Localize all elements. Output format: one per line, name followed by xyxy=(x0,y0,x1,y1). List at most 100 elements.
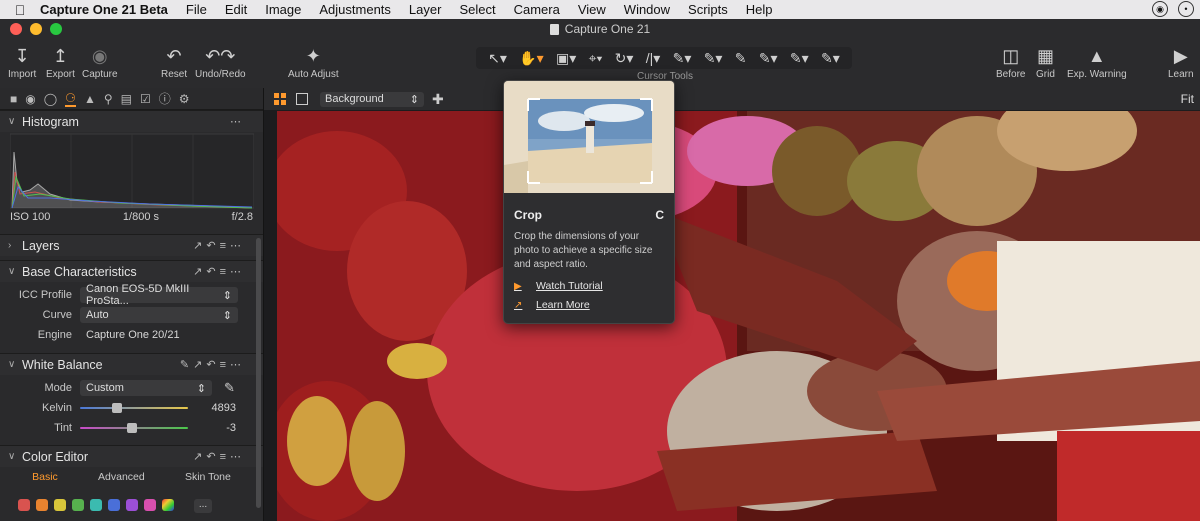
all-colors-swatch[interactable] xyxy=(162,499,174,511)
panel-scrollbar[interactable] xyxy=(256,238,261,508)
library-tab-icon[interactable]: ■ xyxy=(10,92,17,106)
exposure-warning-button[interactable]: ▲ Exp. Warning xyxy=(1067,43,1127,80)
heal-icon[interactable]: ✎▾ xyxy=(759,50,778,67)
export-button[interactable]: ↥ Export xyxy=(46,43,75,80)
icc-profile-select[interactable]: Canon EOS-5D MkIII ProSta... ⇕ xyxy=(80,283,238,307)
lens-tab-icon[interactable]: ◯ xyxy=(44,92,57,106)
language-globe-icon[interactable]: ◉ xyxy=(1152,1,1168,17)
zoom-window-button[interactable] xyxy=(50,23,62,35)
color-editor-header[interactable]: ∨ Color Editor ↗↶≡⋯ xyxy=(0,445,263,467)
eraser-icon[interactable]: ✎▾ xyxy=(704,50,723,67)
rotate-icon[interactable]: ↻▾ xyxy=(615,50,634,67)
picker-icon[interactable]: ✎▾ xyxy=(790,50,809,67)
color-swatch[interactable] xyxy=(36,499,48,511)
apple-menu-icon[interactable]:  xyxy=(0,2,40,18)
add-plus-icon[interactable]: ✚ xyxy=(432,91,444,108)
app-menu[interactable]: Capture One 21 Beta xyxy=(40,2,168,17)
menu-image[interactable]: Image xyxy=(265,2,301,17)
menu-edit[interactable]: Edit xyxy=(225,2,247,17)
gradient-icon[interactable]: ✎ xyxy=(735,50,747,67)
base-tools-icon[interactable]: ↗↶≡⋯ xyxy=(193,265,245,278)
magic-wand-icon: ✦ xyxy=(305,46,321,66)
wb-mode-select[interactable]: Custom ⇕ xyxy=(80,380,212,396)
color-swatch[interactable] xyxy=(18,499,30,511)
exposure-tab-icon[interactable]: ▲ xyxy=(84,92,96,106)
learn-more-link[interactable]: ↗ Learn More xyxy=(514,299,590,311)
color-tab-icon[interactable]: ⚆ xyxy=(65,91,76,107)
reset-button[interactable]: ↶ Reset xyxy=(161,43,187,80)
crop-tool-icon[interactable]: ⌖▾ xyxy=(589,50,603,67)
settings-tab-icon[interactable]: ⚙ xyxy=(179,92,190,106)
watch-tutorial-link[interactable]: ▶ Watch Tutorial xyxy=(514,280,603,292)
details-tab-icon[interactable]: ⚲ xyxy=(104,92,113,106)
before-button[interactable]: ◫ Before xyxy=(996,43,1025,80)
color-swatch[interactable] xyxy=(72,499,84,511)
menu-view[interactable]: View xyxy=(578,2,606,17)
annotate-icon[interactable]: ✎▾ xyxy=(821,50,840,67)
macos-menubar:  Capture One 21 Beta File Edit Image Ad… xyxy=(0,0,1200,19)
color-swatch[interactable] xyxy=(108,499,120,511)
tint-value[interactable]: -3 xyxy=(208,422,236,434)
pan-hand-icon[interactable]: ✋▾ xyxy=(519,50,543,67)
tint-slider-handle[interactable] xyxy=(127,423,138,433)
select-cursor-icon[interactable]: ↖▾ xyxy=(488,50,507,67)
menu-window[interactable]: Window xyxy=(624,2,670,17)
menu-scripts[interactable]: Scripts xyxy=(688,2,728,17)
tab-advanced[interactable]: Advanced xyxy=(98,471,145,483)
color-swatch[interactable] xyxy=(144,499,156,511)
grid-button[interactable]: ▦ Grid xyxy=(1036,43,1055,80)
tint-slider[interactable] xyxy=(80,422,188,434)
white-balance-title: White Balance xyxy=(22,357,103,372)
wb-tools-icon[interactable]: ✎↗↶≡⋯ xyxy=(180,358,245,371)
more-options-icon[interactable]: ⋯ xyxy=(230,115,245,128)
image-viewer[interactable] xyxy=(277,111,1200,521)
keystone-icon[interactable]: /|▾ xyxy=(646,50,661,67)
tab-basic[interactable]: Basic xyxy=(32,471,58,483)
brush-icon[interactable]: ✎▾ xyxy=(673,50,692,67)
kelvin-slider[interactable] xyxy=(80,402,188,414)
export-icon: ↥ xyxy=(52,46,68,66)
capture-tab-icon[interactable]: ◉ xyxy=(25,92,35,106)
color-swatch[interactable] xyxy=(54,499,66,511)
base-characteristics-header[interactable]: ∨ Base Characteristics ↗↶≡⋯ xyxy=(0,260,263,282)
color-swatch[interactable] xyxy=(126,499,138,511)
local-adjust-tab-icon[interactable]: ▤ xyxy=(121,92,132,106)
tab-skin-tone[interactable]: Skin Tone xyxy=(185,471,231,483)
control-center-icon[interactable]: • xyxy=(1178,1,1194,17)
import-button[interactable]: ↧ Import xyxy=(8,43,36,80)
wb-mode-value: Custom xyxy=(86,382,124,394)
capture-button[interactable]: ◉ Capture xyxy=(82,43,118,80)
kelvin-slider-handle[interactable] xyxy=(112,403,123,413)
histogram-header[interactable]: ∨ Histogram ⋯ xyxy=(0,110,263,132)
background-select[interactable]: Background ⇕ xyxy=(320,91,424,107)
menu-adjustments[interactable]: Adjustments xyxy=(319,2,391,17)
menu-file[interactable]: File xyxy=(186,2,207,17)
metadata-tab-icon[interactable]: ⓘ xyxy=(159,90,171,107)
adjustments-tab-icon[interactable]: ☑ xyxy=(140,92,151,106)
aperture-value: f/2.8 xyxy=(231,211,253,223)
minimize-window-button[interactable] xyxy=(30,23,42,35)
white-balance-header[interactable]: ∨ White Balance ✎↗↶≡⋯ xyxy=(0,353,263,375)
menu-camera[interactable]: Camera xyxy=(514,2,560,17)
single-view-icon[interactable] xyxy=(296,93,308,105)
close-window-button[interactable] xyxy=(10,23,22,35)
menu-help[interactable]: Help xyxy=(746,2,773,17)
undo-redo-button[interactable]: ↶↷ Undo/Redo xyxy=(195,43,246,80)
color-swatch[interactable] xyxy=(90,499,102,511)
menu-layer[interactable]: Layer xyxy=(409,2,442,17)
exp-warning-label: Exp. Warning xyxy=(1067,69,1127,80)
more-colors-button[interactable]: ... xyxy=(194,499,212,513)
curve-select[interactable]: Auto ⇕ xyxy=(80,307,238,323)
kelvin-value[interactable]: 4893 xyxy=(208,402,236,414)
zoom-fit-button[interactable]: Fit xyxy=(1181,92,1194,106)
color-editor-tools-icon[interactable]: ↗↶≡⋯ xyxy=(193,450,245,463)
eyedropper-icon[interactable]: ✎ xyxy=(224,380,235,396)
learn-button[interactable]: ▶ Learn xyxy=(1168,43,1194,80)
viewer-icon[interactable]: ▣▾ xyxy=(556,50,576,67)
icc-profile-value: Canon EOS-5D MkIII ProSta... xyxy=(86,283,190,307)
auto-adjust-button[interactable]: ✦ Auto Adjust xyxy=(288,43,339,80)
multi-view-icon[interactable] xyxy=(274,93,286,105)
layers-header[interactable]: › Layers ↗↶≡⋯ xyxy=(0,234,263,256)
menu-select[interactable]: Select xyxy=(459,2,495,17)
layers-tools-icon[interactable]: ↗↶≡⋯ xyxy=(193,239,245,252)
